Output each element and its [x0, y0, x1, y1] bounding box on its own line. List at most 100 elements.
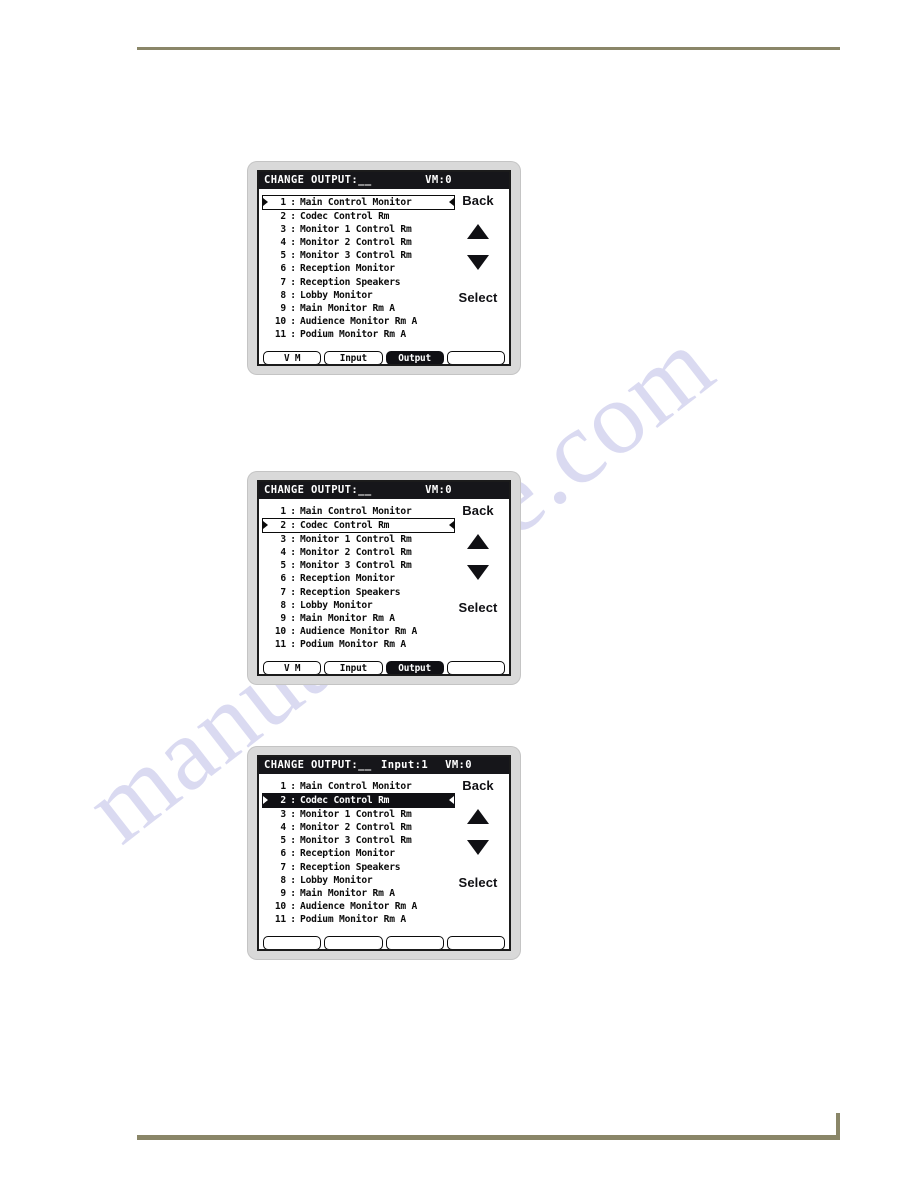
output-list-item-label: Codec Control Rm	[300, 210, 390, 222]
output-list-item-index: 7	[280, 586, 286, 598]
triangle-down-icon[interactable]	[467, 840, 489, 855]
select-button[interactable]: Select	[449, 290, 507, 305]
output-list-item-separator: :	[290, 835, 296, 847]
triangle-down-icon[interactable]	[467, 255, 489, 270]
output-list-item[interactable]: 11: Podium Monitor Rm A	[263, 638, 455, 651]
output-list-item-separator: :	[290, 223, 296, 235]
output-list-item-index: 2	[280, 794, 286, 806]
select-button[interactable]: Select	[449, 600, 507, 615]
titlebar-mode-label: CHANGE OUTPUT:__	[264, 174, 372, 186]
output-list-item-label: Monitor 3 Control Rm	[300, 560, 412, 572]
softkey-button-bar: V M Input Output	[263, 351, 505, 364]
output-list-item[interactable]: 6: Reception Monitor	[263, 572, 455, 585]
output-list-item[interactable]: 10: Audience Monitor Rm A	[263, 900, 455, 913]
output-list-item[interactable]: 2: Codec Control Rm	[263, 210, 455, 223]
output-list: 1: Main Control Monitor 2: Codec Control Rm…	[262, 780, 455, 926]
output-list-item[interactable]: 1: Main Control Monitor	[263, 780, 455, 793]
titlebar-vm-label: VM:0	[425, 484, 452, 496]
back-button[interactable]: Back	[449, 503, 507, 518]
titlebar-vm-label: VM:0	[445, 759, 472, 771]
output-list-item-index: 11	[274, 329, 286, 341]
output-list-item-index: 4	[280, 821, 286, 833]
output-list-item-separator: :	[290, 519, 296, 531]
output-list-item[interactable]: 9: Main Monitor Rm A	[263, 302, 455, 315]
output-list-item-separator: :	[290, 901, 296, 913]
output-list-item-label: Monitor 1 Control Rm	[300, 808, 412, 820]
output-list-item-separator: :	[290, 506, 296, 518]
output-list-item-index: 5	[280, 835, 286, 847]
softkey-button[interactable]: Input	[324, 351, 383, 364]
output-list-item-label: Reception Speakers	[300, 861, 401, 873]
output-list-item[interactable]: 4: Monitor 2 Control Rm	[263, 821, 455, 834]
output-list-item[interactable]: 9: Main Monitor Rm A	[263, 887, 455, 900]
softkey-button[interactable]	[324, 936, 383, 949]
output-list-item[interactable]: 10: Audience Monitor Rm A	[263, 625, 455, 638]
softkey-column: Back Select	[449, 776, 507, 936]
output-list-item-label: Monitor 1 Control Rm	[300, 533, 412, 545]
output-list-item[interactable]: 2: Codec Control Rm	[262, 793, 455, 808]
triangle-up-icon[interactable]	[467, 224, 489, 239]
output-list-item[interactable]: 11: Podium Monitor Rm A	[263, 913, 455, 926]
panel-1: CHANGE OUTPUT:__ VM:0 1: Main Control Monit…	[248, 162, 520, 374]
output-list-item[interactable]: 11: Podium Monitor Rm A	[263, 328, 455, 341]
output-list-item-index: 10	[274, 626, 286, 638]
panel-3: CHANGE OUTPUT:__ Input:1 VM:0 1: Main Contro…	[248, 747, 520, 959]
output-list-item-index: 6	[280, 848, 286, 860]
output-list-item[interactable]: 7: Reception Speakers	[263, 275, 455, 288]
output-list-item[interactable]: 1: Main Control Monitor	[263, 505, 455, 518]
output-list-item[interactable]: 3: Monitor 1 Control Rm	[263, 808, 455, 821]
output-list-item[interactable]: 5: Monitor 3 Control Rm	[263, 559, 455, 572]
output-list-item[interactable]: 8: Lobby Monitor	[263, 289, 455, 302]
output-list-item[interactable]: 7: Reception Speakers	[263, 585, 455, 598]
output-list-item[interactable]: 6: Reception Monitor	[263, 847, 455, 860]
titlebar-mode-label: CHANGE OUTPUT:__	[264, 759, 372, 771]
output-list-item[interactable]: 7: Reception Speakers	[263, 860, 455, 873]
output-list-item-index: 5	[280, 560, 286, 572]
softkey-button[interactable]	[385, 936, 444, 949]
output-list-item[interactable]: 3: Monitor 1 Control Rm	[263, 223, 455, 236]
lcd-body: 1: Main Control Monitor 2: Codec Control Rm…	[259, 499, 509, 674]
output-list-item[interactable]: 5: Monitor 3 Control Rm	[263, 834, 455, 847]
softkey-button[interactable]	[446, 351, 505, 364]
output-list-item[interactable]: 9: Main Monitor Rm A	[263, 612, 455, 625]
back-button[interactable]: Back	[449, 193, 507, 208]
output-list-item[interactable]: 3: Monitor 1 Control Rm	[263, 533, 455, 546]
softkey-button[interactable]	[446, 661, 505, 674]
triangle-up-icon[interactable]	[467, 809, 489, 824]
output-list-item-label: Lobby Monitor	[300, 874, 373, 886]
output-list-item-separator: :	[290, 289, 296, 301]
output-list-item[interactable]: 6: Reception Monitor	[263, 262, 455, 275]
output-list-item[interactable]: 1: Main Control Monitor	[262, 195, 455, 210]
output-list-item[interactable]: 4: Monitor 2 Control Rm	[263, 546, 455, 559]
output-list-item[interactable]: 8: Lobby Monitor	[263, 599, 455, 612]
select-button[interactable]: Select	[449, 875, 507, 890]
output-list-item[interactable]: 2: Codec Control Rm	[262, 518, 455, 533]
output-list-item-label: Podium Monitor Rm A	[300, 329, 406, 341]
softkey-button[interactable]	[263, 936, 322, 949]
back-button[interactable]: Back	[449, 778, 507, 793]
softkey-button[interactable]: Output	[385, 661, 444, 674]
triangle-up-icon[interactable]	[467, 534, 489, 549]
triangle-down-icon[interactable]	[467, 565, 489, 580]
output-list-item-label: Monitor 2 Control Rm	[300, 821, 412, 833]
softkey-button[interactable]: Output	[385, 351, 444, 364]
output-list-item[interactable]: 4: Monitor 2 Control Rm	[263, 236, 455, 249]
output-list-item-separator: :	[290, 626, 296, 638]
softkey-button[interactable]: Input	[324, 661, 383, 674]
output-list-item[interactable]: 10: Audience Monitor Rm A	[263, 315, 455, 328]
output-list-item-separator: :	[290, 821, 296, 833]
output-list-item-index: 1	[280, 506, 286, 518]
lcd-body: 1: Main Control Monitor 2: Codec Control Rm…	[259, 774, 509, 949]
softkey-button[interactable]	[446, 936, 505, 949]
output-list-item-index: 11	[274, 639, 286, 651]
lcd-titlebar: CHANGE OUTPUT:__ Input:1 VM:0	[259, 757, 509, 774]
output-list-item[interactable]: 5: Monitor 3 Control Rm	[263, 249, 455, 262]
output-list-item-label: Codec Control Rm	[300, 794, 390, 806]
output-list-item[interactable]: 8: Lobby Monitor	[263, 874, 455, 887]
output-list-item-separator: :	[290, 887, 296, 899]
output-list-item-label: Podium Monitor Rm A	[300, 639, 406, 651]
output-list-item-separator: :	[290, 914, 296, 926]
softkey-button[interactable]: V M	[263, 351, 322, 364]
softkey-button[interactable]: V M	[263, 661, 322, 674]
softkey-column: Back Select	[449, 501, 507, 661]
